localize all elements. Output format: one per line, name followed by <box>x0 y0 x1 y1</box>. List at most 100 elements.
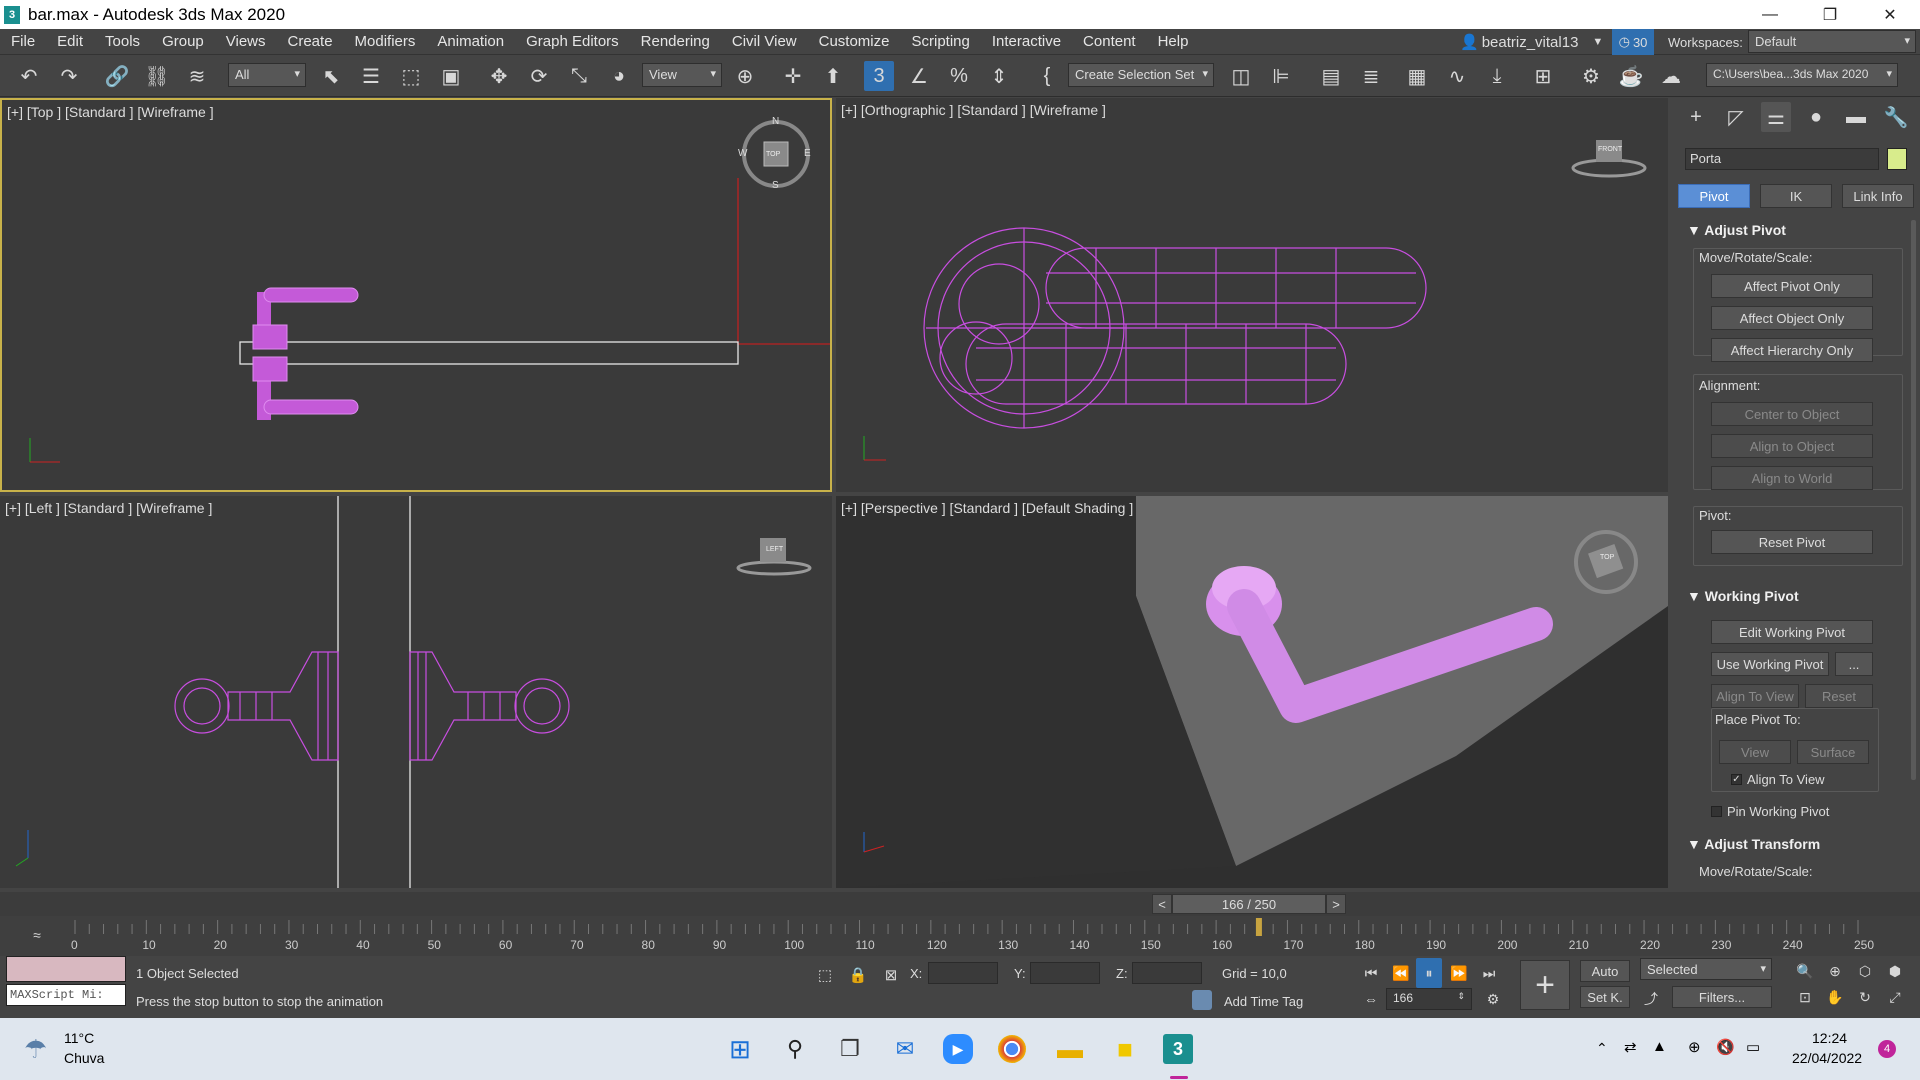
file-explorer-icon[interactable]: ▬ <box>1053 1032 1087 1066</box>
spinner-snap-icon[interactable]: ⇕ <box>984 61 1014 91</box>
windows-start-icon[interactable]: ⊞ <box>723 1032 757 1066</box>
place-icon[interactable]: ◕ <box>604 61 634 91</box>
notification-badge[interactable]: 4 <box>1878 1040 1896 1058</box>
scene-explorer-icon[interactable]: ▤ <box>1316 61 1346 91</box>
menu-interactive[interactable]: Interactive <box>981 33 1072 50</box>
align-to-view-checkbox[interactable]: ✓ Align To View <box>1731 772 1825 787</box>
material-editor-icon[interactable]: ⚙ <box>1576 61 1606 91</box>
motion-tab-icon[interactable]: ● <box>1801 102 1831 132</box>
utilities-tab-icon[interactable]: 🔧 <box>1881 102 1911 132</box>
affect-pivot-only-button[interactable]: Affect Pivot Only <box>1711 274 1873 298</box>
command-panel-scrollbar[interactable] <box>1911 220 1916 780</box>
mini-curve-editor-icon[interactable]: ≈ <box>22 920 52 950</box>
previous-key-icon[interactable]: ⏪ <box>1386 958 1416 988</box>
selection-set-select[interactable]: Create Selection Set <box>1068 63 1214 87</box>
center-to-object-button[interactable]: Center to Object <box>1711 402 1873 426</box>
next-frame-button[interactable]: > <box>1326 894 1346 914</box>
select-by-name-icon[interactable]: ☰ <box>356 61 386 91</box>
hierarchy-tab-icon[interactable]: ⚌ <box>1761 102 1791 132</box>
display-tab-icon[interactable]: ▬ <box>1841 102 1871 132</box>
viewport-top[interactable]: [+] [Top ] [Standard ] [Wireframe ] N S … <box>0 98 832 492</box>
mirror-icon[interactable]: ◫ <box>1226 61 1256 91</box>
window-crossing-icon[interactable]: ▣ <box>436 61 466 91</box>
pivot-tab-button[interactable]: Pivot <box>1678 184 1750 208</box>
menu-file[interactable]: File <box>0 33 46 50</box>
place-view-button[interactable]: View <box>1719 740 1791 764</box>
rotate-icon[interactable]: ⟳ <box>524 61 554 91</box>
object-name-field[interactable]: Porta <box>1685 148 1879 170</box>
ref-coord-select[interactable]: View <box>642 63 722 87</box>
chrome-icon[interactable] <box>998 1035 1026 1063</box>
edit-working-pivot-button[interactable]: Edit Working Pivot <box>1711 620 1873 644</box>
place-surface-button[interactable]: Surface <box>1797 740 1869 764</box>
time-tag-icon[interactable] <box>1192 990 1212 1010</box>
task-view-icon[interactable]: ❐ <box>833 1032 867 1066</box>
menu-group[interactable]: Group <box>151 33 215 50</box>
time-slider-thumb[interactable]: 166 / 250 <box>1172 894 1326 914</box>
minimize-button[interactable]: — <box>1740 0 1800 29</box>
working-pivot-options-button[interactable]: ... <box>1835 652 1873 676</box>
pivot-center-icon[interactable]: ⊕ <box>730 61 760 91</box>
project-path-select[interactable]: C:\Users\bea...3ds Max 2020 <box>1706 63 1898 87</box>
viewcube-left-label[interactable]: LEFT <box>766 546 783 553</box>
curve-editor-icon[interactable]: ∿ <box>1442 61 1472 91</box>
bind-spacewarp-icon[interactable]: ≋ <box>182 61 212 91</box>
current-frame-marker[interactable] <box>1255 918 1262 936</box>
pan-icon[interactable]: ✋ <box>1820 982 1850 1012</box>
working-pivot-reset-button[interactable]: Reset <box>1805 684 1873 708</box>
key-filters-button[interactable]: Filters... <box>1672 986 1772 1008</box>
modify-tab-icon[interactable]: ◸ <box>1721 102 1751 132</box>
ik-tab-button[interactable]: IK <box>1760 184 1832 208</box>
adjust-transform-rollout[interactable]: ▼ Adjust Transform <box>1687 836 1897 858</box>
battery-icon[interactable]: ▭ <box>1746 1038 1760 1056</box>
key-filter-select[interactable]: Selected <box>1640 958 1772 980</box>
search-icon[interactable]: ⚲ <box>778 1032 812 1066</box>
field-of-view-icon[interactable]: ⊡ <box>1790 982 1820 1012</box>
tray-app-icon[interactable]: ▲ <box>1652 1038 1667 1055</box>
move-icon[interactable]: ✥ <box>484 61 514 91</box>
menu-edit[interactable]: Edit <box>46 33 94 50</box>
close-button[interactable]: ✕ <box>1860 0 1920 29</box>
track-bar[interactable]: ≈ 0 10 20 30 40 50 60 70 80 90 100 110 120 130 140 150 1… <box>0 916 1920 956</box>
menu-rendering[interactable]: Rendering <box>630 33 721 50</box>
prev-frame-button[interactable]: < <box>1152 894 1172 914</box>
menu-help[interactable]: Help <box>1147 33 1200 50</box>
viewcube-front-label[interactable]: FRONT <box>1598 146 1622 153</box>
y-coordinate-field[interactable] <box>1030 962 1100 984</box>
volume-muted-icon[interactable]: 🔇 <box>1716 1038 1735 1056</box>
tray-settings-icon[interactable]: ⇄ <box>1624 1038 1637 1056</box>
menu-tools[interactable]: Tools <box>94 33 151 50</box>
chevron-up-icon[interactable]: ⌃ <box>1596 1040 1608 1057</box>
align-to-world-button[interactable]: Align to World <box>1711 466 1873 490</box>
viewcube-persp-label[interactable]: TOP <box>1600 554 1614 561</box>
menu-animation[interactable]: Animation <box>426 33 515 50</box>
maxscript-listener-pink[interactable] <box>6 956 126 982</box>
pin-working-pivot-checkbox[interactable]: Pin Working Pivot <box>1711 804 1829 819</box>
clock-time[interactable]: 12:24 <box>1812 1030 1847 1046</box>
language-icon[interactable]: ⊕ <box>1688 1038 1701 1056</box>
selection-lock-icon[interactable]: 🔒 <box>843 960 873 990</box>
absolute-mode-icon[interactable]: ⊠ <box>876 960 906 990</box>
create-tab-icon[interactable]: + <box>1681 102 1711 132</box>
time-configuration-icon[interactable]: ⚙ <box>1478 984 1508 1014</box>
menu-content[interactable]: Content <box>1072 33 1147 50</box>
align-icon[interactable]: ⊫ <box>1266 61 1296 91</box>
clock-date[interactable]: 22/04/2022 <box>1792 1050 1862 1066</box>
restore-button[interactable]: ❐ <box>1800 0 1860 29</box>
link-icon[interactable]: 🔗 <box>102 61 132 91</box>
set-key-button[interactable]: Set K. <box>1580 986 1630 1008</box>
mail-icon[interactable]: ✉ <box>888 1032 922 1066</box>
affect-hierarchy-only-button[interactable]: Affect Hierarchy Only <box>1711 338 1873 362</box>
selection-filter-select[interactable]: All <box>228 63 306 87</box>
menu-civil-view[interactable]: Civil View <box>721 33 808 50</box>
menu-scripting[interactable]: Scripting <box>900 33 980 50</box>
menu-create[interactable]: Create <box>277 33 344 50</box>
edit-named-sets-icon[interactable]: { <box>1032 61 1062 91</box>
z-coordinate-field[interactable] <box>1132 962 1202 984</box>
viewport-left[interactable]: [+] [Left ] [Standard ] [Wireframe ] LEF… <box>0 496 832 888</box>
x-coordinate-field[interactable] <box>928 962 998 984</box>
align-to-object-button[interactable]: Align to Object <box>1711 434 1873 458</box>
subscription-badge[interactable]: ◷ 30 <box>1612 29 1654 55</box>
select-object-icon[interactable]: ⬉ <box>316 61 346 91</box>
render-setup-icon[interactable]: ☕ <box>1616 61 1646 91</box>
